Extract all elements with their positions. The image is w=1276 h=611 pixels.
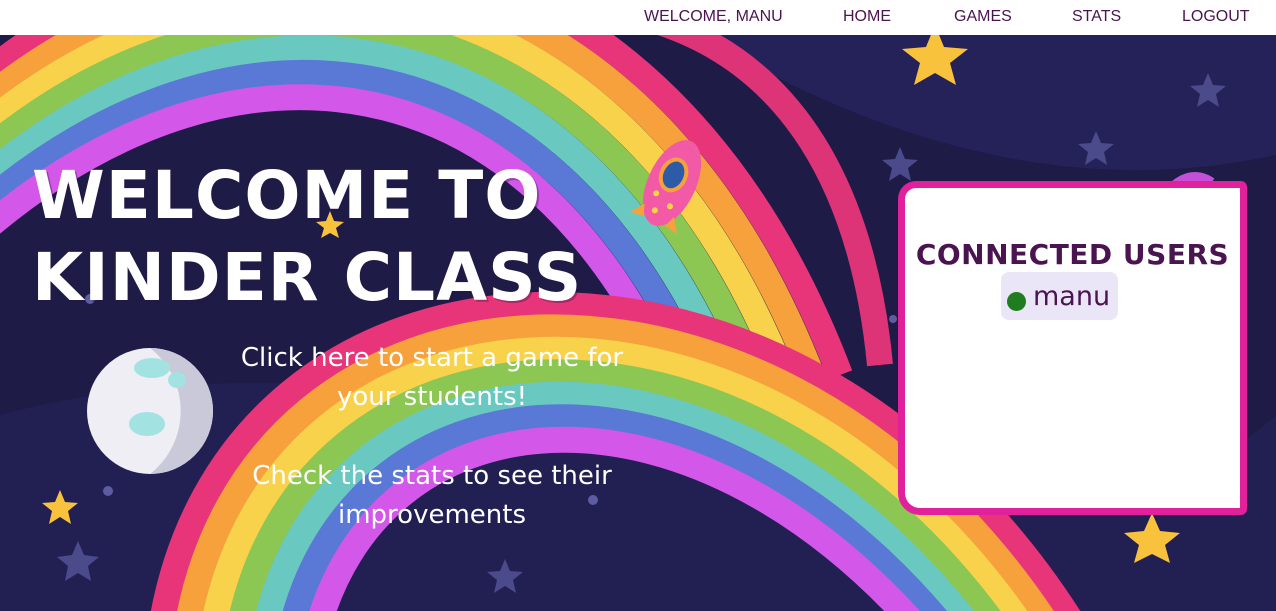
start-game-text-line-1: Click here to start a game for	[240, 343, 624, 373]
title-line-1: Welcome to	[32, 157, 542, 234]
connected-users-title: Connected users	[915, 238, 1230, 271]
online-status-icon	[1007, 291, 1026, 311]
page-title: Welcome to Kinder Class	[32, 155, 592, 319]
start-game-link[interactable]: Click here to start a game for your stud…	[222, 339, 642, 417]
nav-home-link[interactable]: HOME	[843, 8, 891, 26]
connected-users-panel: Connected users manu	[898, 181, 1247, 515]
nav-logout-link[interactable]: LOGOUT	[1182, 8, 1250, 26]
nav-games-link[interactable]: GAMES	[954, 8, 1012, 26]
title-line-2: Kinder Class	[32, 239, 583, 316]
moon-illustration	[87, 348, 213, 474]
top-navigation-bar: WELCOME, MANU HOME GAMES STATS LOGOUT	[0, 0, 1276, 35]
user-name: manu	[1033, 280, 1111, 312]
welcome-user-label: WELCOME, MANU	[644, 8, 783, 25]
user-list-item: manu	[1001, 272, 1119, 320]
view-stats-text-line-2: improvements	[337, 500, 526, 530]
view-stats-link[interactable]: Check the stats to see their improvement…	[222, 457, 642, 535]
start-game-text-line-2: your students!	[336, 382, 528, 412]
nav-stats-link[interactable]: STATS	[1072, 8, 1121, 26]
view-stats-text-line-1: Check the stats to see their	[252, 461, 612, 491]
